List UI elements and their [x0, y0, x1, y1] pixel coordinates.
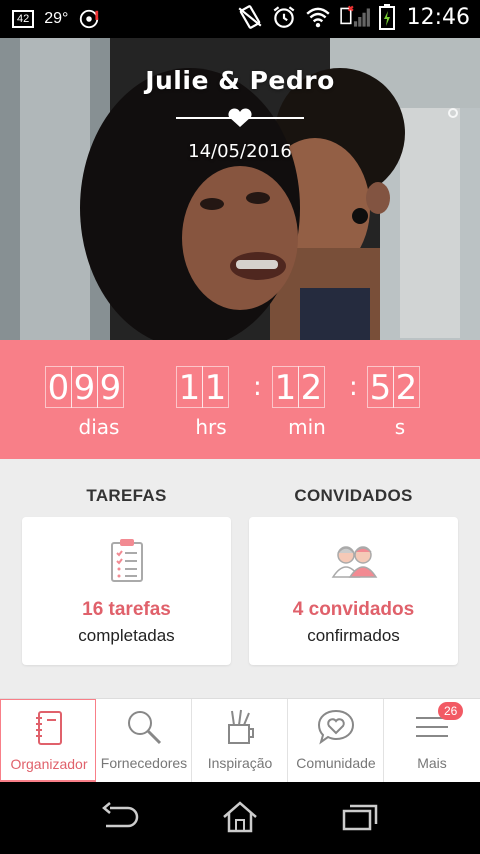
- countdown-digit: 9: [97, 366, 124, 408]
- countdown-colon: :: [349, 372, 358, 402]
- tasks-subtitle: completadas: [78, 626, 175, 645]
- wedding-date: 14/05/2016: [188, 141, 292, 162]
- bottom-navigation: Organizador Fornecedores Inspiração Comu…: [0, 698, 480, 783]
- nav-label: Mais: [417, 755, 447, 771]
- pencil-cup-icon: [228, 709, 254, 744]
- countdown-digit: 2: [298, 366, 325, 408]
- seconds-label: s: [394, 415, 406, 439]
- couple-icon: [331, 546, 378, 578]
- heart-divider-icon: [176, 108, 304, 127]
- hours-label: hrs: [195, 415, 227, 439]
- countdown-digit: 5: [367, 366, 394, 408]
- notification-count-badge: 26: [438, 702, 464, 720]
- vibrate-icon: [238, 5, 262, 29]
- notification-badge: 42: [12, 10, 35, 28]
- countdown-digit: 0: [45, 366, 72, 408]
- nav-label: Comunidade: [296, 755, 376, 771]
- nav-label: Organizador: [10, 756, 88, 772]
- disc-icon: [80, 9, 99, 29]
- couple-photo-header: Julie & Pedro 14/05/2016: [0, 38, 480, 340]
- heart-chat-icon: [317, 709, 355, 745]
- back-icon[interactable]: [100, 800, 140, 834]
- countdown-colon: :: [253, 372, 262, 402]
- tasks-title: TAREFAS: [86, 486, 167, 505]
- home-icon[interactable]: [220, 800, 260, 834]
- countdown-digit: 1: [272, 366, 299, 408]
- guests-subtitle: confirmados: [307, 626, 400, 645]
- wifi-icon: [305, 7, 330, 28]
- nav-item-fornecedores[interactable]: Fornecedores: [96, 699, 192, 783]
- days-label: dias: [78, 415, 120, 439]
- system-navigation-bar: [0, 782, 480, 854]
- clipboard-checklist-icon: [111, 539, 143, 582]
- nav-item-comunidade[interactable]: Comunidade: [288, 699, 384, 783]
- alarm-icon: [273, 6, 294, 28]
- nav-item-mais[interactable]: 26 Mais: [384, 699, 480, 783]
- signal-icon: [339, 5, 370, 27]
- nav-label: Fornecedores: [100, 755, 188, 771]
- countdown-digit: 9: [71, 366, 98, 408]
- recent-apps-icon[interactable]: [340, 800, 380, 834]
- countdown-digit: 2: [393, 366, 420, 408]
- search-icon: [128, 711, 162, 745]
- countdown-digit: 1: [202, 366, 229, 408]
- battery-icon: [378, 4, 395, 30]
- tasks-card[interactable]: 16 tarefas completadas: [22, 517, 231, 665]
- nav-item-organizador[interactable]: Organizador: [0, 699, 96, 783]
- minutes-digits: 1 2: [272, 366, 325, 408]
- couple-names: Julie & Pedro: [145, 66, 335, 95]
- temperature: 29°: [44, 10, 69, 27]
- nav-item-inspiracao[interactable]: Inspiração: [192, 699, 288, 783]
- status-bar: 42 29° 12:46: [0, 0, 480, 38]
- hours-digits: 1 1: [176, 366, 229, 408]
- wedding-countdown: 0 9 9 1 1 : 1 2 : 5 2 dias hrs min s: [0, 340, 480, 459]
- guests-title: CONVIDADOS: [294, 486, 413, 505]
- seconds-digits: 5 2: [367, 366, 420, 408]
- minutes-label: min: [288, 415, 326, 439]
- countdown-digit: 1: [176, 366, 203, 408]
- guests-count: 4 convidados: [292, 599, 415, 620]
- days-digits: 0 9 9: [45, 366, 124, 408]
- tasks-count: 16 tarefas: [82, 599, 171, 620]
- notebook-icon: [36, 711, 62, 745]
- photo-edit-indicator[interactable]: [448, 108, 458, 118]
- nav-label: Inspiração: [207, 755, 273, 771]
- clock: 12:46: [406, 4, 470, 30]
- guests-card[interactable]: 4 convidados confirmados: [249, 517, 458, 665]
